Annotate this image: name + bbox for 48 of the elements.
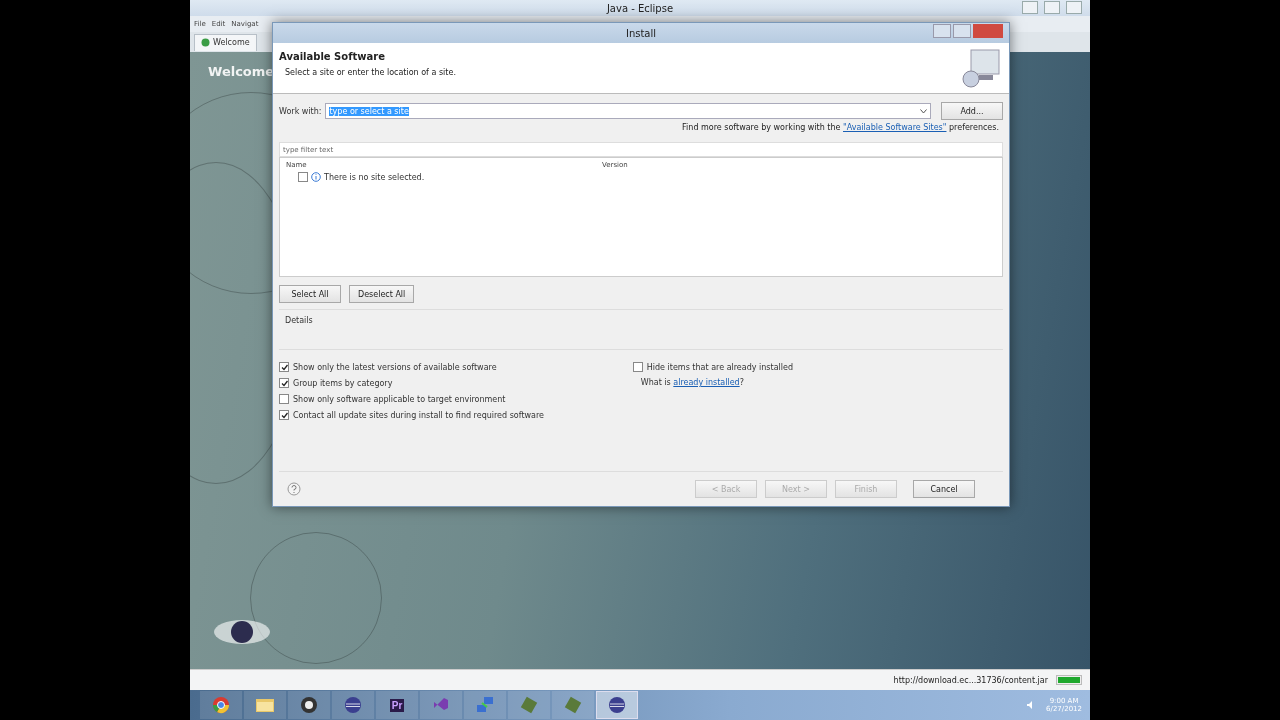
browser-icon [212,696,230,714]
editor-tab[interactable]: Welcome [194,33,257,51]
minimize-button[interactable] [1022,1,1038,14]
help-icon[interactable] [287,482,301,496]
option-label: Hide items that are already installed [646,362,793,372]
premiere-icon: Pr [389,698,405,712]
work-with-label: Work with: [279,106,322,116]
available-sites-link[interactable]: "Available Software Sites" [843,123,947,132]
checkbox[interactable] [279,362,289,372]
option-label: Contact all update sites during install to find required software [293,410,544,420]
taskbar-button[interactable] [288,691,330,719]
taskbar-button[interactable] [596,691,638,719]
installed-info-text: What is already installed? [639,378,745,387]
page-heading: Available Software [279,51,386,62]
minimize-button[interactable] [933,24,951,38]
window-title: Java - Eclipse [606,2,674,14]
checkbox[interactable] [298,172,308,182]
sphere-icon [608,696,626,714]
add-button[interactable]: Add... [941,102,1003,120]
welcome-heading: Welcome [208,64,275,79]
close-button[interactable] [1066,1,1082,14]
select-all-button[interactable]: Select All [279,285,341,303]
checkbox[interactable] [279,394,289,404]
folder-icon [255,697,275,713]
status-url: http://download.ec...31736/content.jar [893,675,1048,685]
option-label: Show only the latest versions of available software [293,362,497,372]
checkbox[interactable] [279,378,289,388]
sphere-icon [344,696,362,714]
deselect-all-button[interactable]: Deselect All [349,285,415,303]
already-installed-link[interactable]: already installed [673,378,740,387]
option-label: Show only software applicable to target environment [293,394,506,404]
checkbox[interactable] [279,410,289,420]
media-icon [300,696,318,714]
globe-icon [201,38,210,47]
table-cell: There is no site selected. [324,172,425,182]
info-icon [311,172,321,182]
page-description: Select a site or enter the location of a site. [284,68,456,77]
option-label: Group items by category [293,378,393,388]
checkbox[interactable] [632,362,643,372]
maximize-button[interactable] [953,24,971,38]
dialog-title: Install [625,27,657,39]
wizard-button[interactable]: Cancel [913,480,975,498]
taskbar-button[interactable]: Pr [376,691,418,719]
monitor-icon [959,47,1001,89]
maximize-button[interactable] [1044,1,1060,14]
network-icon [476,696,494,714]
find-more-text: Find more software by working with the "Available Software Sites" preferences. [682,123,999,132]
details-label: Details [285,316,313,325]
